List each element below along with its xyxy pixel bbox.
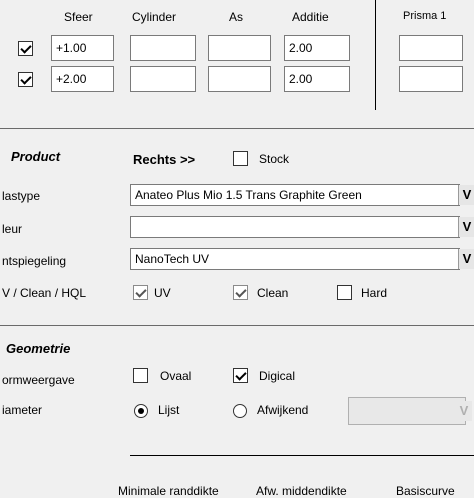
section-separator-2	[0, 325, 474, 326]
uv-row-label: V / Clean / HQL	[2, 286, 87, 300]
min-randdikte-label: Minimale randdikte	[118, 484, 219, 498]
ontspiegeling-dropdown-icon[interactable]: V	[458, 249, 474, 269]
row1-sfeer-field[interactable]: +1.00	[51, 35, 114, 61]
row2-sfeer-field[interactable]: +2.00	[51, 66, 114, 92]
clean-checkbox[interactable]	[233, 285, 248, 300]
afwijkend-dropdown-icon[interactable]: V	[456, 401, 472, 421]
diameter-label: iameter	[2, 403, 43, 417]
header-sfeer: Sfeer	[64, 10, 93, 24]
afwijkend-select[interactable]	[348, 397, 466, 425]
section-separator-1	[0, 128, 474, 129]
row1-additie-field[interactable]: 2.00	[284, 35, 350, 61]
row2-cylinder-field[interactable]	[130, 66, 196, 92]
row2-additie-field[interactable]: 2.00	[284, 66, 350, 92]
digical-checkbox[interactable]	[233, 368, 248, 383]
kleur-label: leur	[2, 222, 23, 236]
clean-label: Clean	[257, 286, 289, 300]
prisma-divider	[375, 0, 376, 110]
row1-cylinder-field[interactable]	[130, 35, 196, 61]
row1-checkbox[interactable]	[18, 41, 33, 56]
ovaal-label: Ovaal	[160, 369, 192, 383]
glastype-dropdown-icon[interactable]: V	[458, 185, 474, 205]
header-additie: Additie	[292, 10, 329, 24]
ontspiegeling-label: ntspiegeling	[2, 254, 67, 268]
stock-label: Stock	[259, 152, 290, 166]
uv-label: UV	[154, 286, 171, 300]
digical-label: Digical	[259, 369, 296, 383]
afw-middendikte-label: Afw. middendikte	[256, 484, 347, 498]
row2-checkbox[interactable]	[18, 72, 33, 87]
glastype-select[interactable]: Anateo Plus Mio 1.5 Trans Graphite Green	[130, 184, 460, 206]
stock-checkbox[interactable]	[233, 151, 248, 166]
lijst-label: Lijst	[158, 403, 180, 417]
hard-label: Hard	[361, 286, 388, 300]
header-cylinder: Cylinder	[132, 10, 177, 24]
afwijkend-label: Afwijkend	[257, 403, 309, 417]
ontspiegeling-select[interactable]: NanoTech UV	[130, 248, 460, 270]
product-title: Product	[11, 149, 61, 164]
kleur-select[interactable]	[130, 216, 460, 238]
side-label: Rechts >>	[133, 152, 196, 167]
uv-checkbox[interactable]	[133, 285, 148, 300]
header-prisma: Prisma 1	[403, 10, 447, 22]
lijst-radio[interactable]	[134, 404, 148, 418]
ovaal-checkbox[interactable]	[133, 368, 148, 383]
header-as: As	[229, 10, 244, 24]
afwijkend-radio[interactable]	[233, 404, 247, 418]
kleur-dropdown-icon[interactable]: V	[458, 217, 474, 237]
row1-prisma-field[interactable]	[399, 35, 463, 61]
footer-separator	[130, 455, 474, 456]
geometrie-title: Geometrie	[6, 341, 71, 356]
vormweergave-label: ormweergave	[2, 373, 75, 387]
row1-as-field[interactable]	[208, 35, 271, 61]
row2-as-field[interactable]	[208, 66, 271, 92]
glastype-label: lastype	[2, 189, 41, 203]
hard-checkbox[interactable]	[337, 285, 352, 300]
basiscurve-label: Basiscurve	[396, 484, 455, 498]
row2-prisma-field[interactable]	[399, 66, 463, 92]
